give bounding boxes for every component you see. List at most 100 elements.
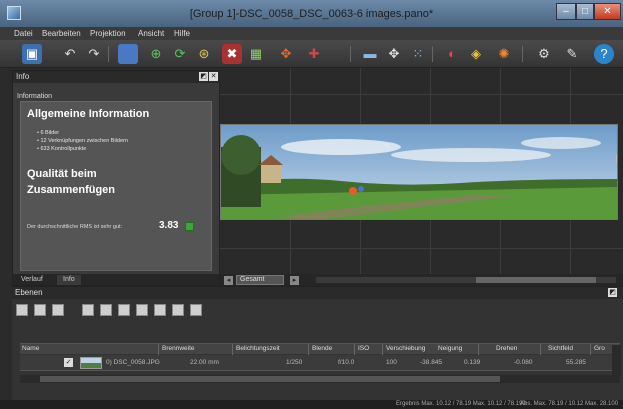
zoom-in-icon[interactable]: ▸	[290, 276, 299, 285]
redo-icon[interactable]: ↷	[84, 44, 104, 64]
column-header-verschiebung[interactable]: Verschiebung	[386, 345, 425, 352]
close-button[interactable]: ✕	[594, 3, 621, 20]
info-card: Allgemeine Information • 6 Bilder • 12 V…	[20, 101, 212, 271]
control-points-icon[interactable]: ✖	[222, 44, 242, 64]
layers-toolbar	[12, 299, 623, 321]
layers-panel: Ebenen ◩ Name Brennweite Belichtungszeit…	[12, 286, 623, 400]
column-header-iso[interactable]: ISO	[358, 345, 369, 352]
color-icon[interactable]: ◈	[466, 44, 486, 64]
help-icon[interactable]: ?	[594, 44, 614, 64]
layers-horizontal-scrollbar[interactable]	[20, 375, 620, 383]
status-left: Ergebnis Max. 10.12 / 78.19 Max. 10.12 /…	[396, 401, 526, 407]
panel-float-icon[interactable]: ◩	[199, 72, 208, 81]
menu-datei[interactable]: Datei	[14, 29, 33, 38]
window-title: [Group 1]-DSC_0058_DSC_0063-6 images.pan…	[189, 8, 434, 20]
status-right: Abs. Max. 78.19 / 10.12 Max. 28.100	[520, 401, 619, 407]
layers-vertical-scrollbar[interactable]	[612, 345, 621, 375]
tools-icon[interactable]: ✎	[562, 44, 582, 64]
maximize-button[interactable]: □	[576, 3, 594, 20]
layer-tool-icon[interactable]	[136, 304, 148, 316]
status-bar: Ergebnis Max. 10.12 / 78.19 Max. 10.12 /…	[0, 400, 623, 409]
compare-icon[interactable]: ✥	[276, 44, 296, 64]
title-bar: [Group 1]-DSC_0058_DSC_0063-6 images.pan…	[0, 0, 623, 28]
cell-name: 0) DSC_0058.JPG	[106, 359, 160, 366]
layer-tool-icon[interactable]	[34, 304, 46, 316]
quality-flag-icon	[185, 222, 194, 231]
cell-brennweite: 22.00 mm	[190, 359, 219, 366]
projection-icon[interactable]: ▦	[246, 44, 266, 64]
minimize-button[interactable]: –	[556, 3, 576, 20]
tab-info[interactable]: Info	[57, 275, 81, 285]
column-header-gro[interactable]: Gro	[594, 345, 605, 352]
layer-visibility-checkbox[interactable]: ✓	[64, 358, 73, 367]
zoom-select[interactable]: Gesamt	[236, 275, 284, 285]
layer-tool-icon[interactable]	[82, 304, 94, 316]
cell-verschiebung: -38.845	[420, 359, 443, 366]
panorama-viewport[interactable]	[220, 68, 623, 274]
zoom-icon[interactable]: ✚	[304, 44, 324, 64]
panel-float-icon[interactable]: ◩	[608, 288, 617, 297]
select-icon[interactable]: ✥	[384, 44, 404, 64]
settings-icon[interactable]: ⚙	[534, 44, 554, 64]
viewport-scrollbar[interactable]	[316, 277, 616, 283]
move-icon[interactable]: ▬	[360, 44, 380, 64]
info-section-label: Information	[17, 93, 53, 100]
rotate-icon[interactable]: ⟳	[170, 44, 190, 64]
table-row[interactable]: ✓ 0) DSC_0058.JPG 22.00 mm 1/250 f/10.0 …	[20, 355, 620, 371]
info-panel: Info ◩ ✕ Information Allgemeine Informat…	[12, 70, 220, 286]
quality-value: 3.83	[159, 220, 179, 231]
save-icon[interactable]: ▣	[22, 44, 42, 64]
layer-tool-icon[interactable]	[190, 304, 202, 316]
layer-tool-icon[interactable]	[154, 304, 166, 316]
quality-heading: Qualität beim	[27, 168, 97, 180]
quality-heading-2: Zusammenfügen	[27, 184, 116, 196]
scroll-thumb[interactable]	[476, 277, 596, 283]
column-header-blende[interactable]: Blende	[312, 345, 332, 352]
info-bullet: • 12 Verknüpfungen zwischen Bildern	[37, 138, 128, 144]
layer-thumbnail	[80, 357, 102, 369]
cell-sichtfeld: 55.285	[566, 359, 586, 366]
main-toolbar: ▣ ↶ ↷ ⊕ ⟳ ⊛ ✖ ▦ ✥ ✚ ▬ ✥ ⁙ ◐ ◈ ✺ ⚙ ✎ ?	[0, 40, 623, 68]
quality-row: Der durchschnittliche RMS ist sehr gut: …	[27, 220, 207, 234]
cell-belichtungszeit: 1/250	[286, 359, 303, 366]
quality-text: Der durchschnittliche RMS ist sehr gut:	[27, 224, 123, 230]
cell-blende: f/10.0	[338, 359, 355, 366]
crop-icon[interactable]: ⊕	[146, 44, 166, 64]
info-bullet: • 6 Bilder	[37, 130, 60, 136]
zoom-out-icon[interactable]: ◂	[224, 276, 233, 285]
grid-icon[interactable]: ⁙	[408, 44, 428, 64]
export-icon[interactable]	[118, 44, 138, 64]
cell-drehen: -0.080	[514, 359, 533, 366]
layer-tool-icon[interactable]	[100, 304, 112, 316]
tab-verlauf[interactable]: Verlauf	[15, 275, 49, 285]
viewport-bar: ◂ Gesamt ▸	[220, 274, 623, 286]
panel-tabs: Verlauf Info	[13, 274, 219, 285]
column-header-brennweite[interactable]: Brennweite	[162, 345, 195, 352]
panorama-preview[interactable]	[220, 124, 618, 220]
layers-grid-header: Name Brennweite Belichtungszeit Blende I…	[20, 343, 620, 355]
menu-bearbeiten[interactable]: Bearbeiten	[42, 29, 81, 38]
layer-tool-icon[interactable]	[16, 304, 28, 316]
menu-projektion[interactable]: Projektion	[90, 29, 126, 38]
column-header-sichtfeld[interactable]: Sichtfeld	[548, 345, 573, 352]
layer-tool-icon[interactable]	[172, 304, 184, 316]
menu-bar: Datei Bearbeiten Projektion Ansicht Hilf…	[0, 28, 623, 40]
panel-close-icon[interactable]: ✕	[209, 72, 218, 81]
layers-panel-title: Ebenen	[12, 287, 623, 299]
column-header-name[interactable]: Name	[22, 345, 39, 352]
column-header-neigung[interactable]: Neigung	[438, 345, 462, 352]
cell-iso: 100	[386, 359, 397, 366]
cell-neigung: 0.139	[464, 359, 481, 366]
exposure-icon[interactable]: ✺	[494, 44, 514, 64]
info-bullet: • 633 Kontrollpunkte	[37, 146, 87, 152]
layer-tool-icon[interactable]	[52, 304, 64, 316]
undo-icon[interactable]: ↶	[60, 44, 80, 64]
hdr-icon[interactable]: ◐	[442, 44, 462, 64]
scroll-thumb[interactable]	[40, 376, 500, 382]
menu-hilfe[interactable]: Hilfe	[174, 29, 190, 38]
column-header-drehen[interactable]: Drehen	[496, 345, 517, 352]
layer-tool-icon[interactable]	[118, 304, 130, 316]
menu-ansicht[interactable]: Ansicht	[138, 29, 164, 38]
align-icon[interactable]: ⊛	[194, 44, 214, 64]
column-header-belichtungszeit[interactable]: Belichtungszeit	[236, 345, 280, 352]
